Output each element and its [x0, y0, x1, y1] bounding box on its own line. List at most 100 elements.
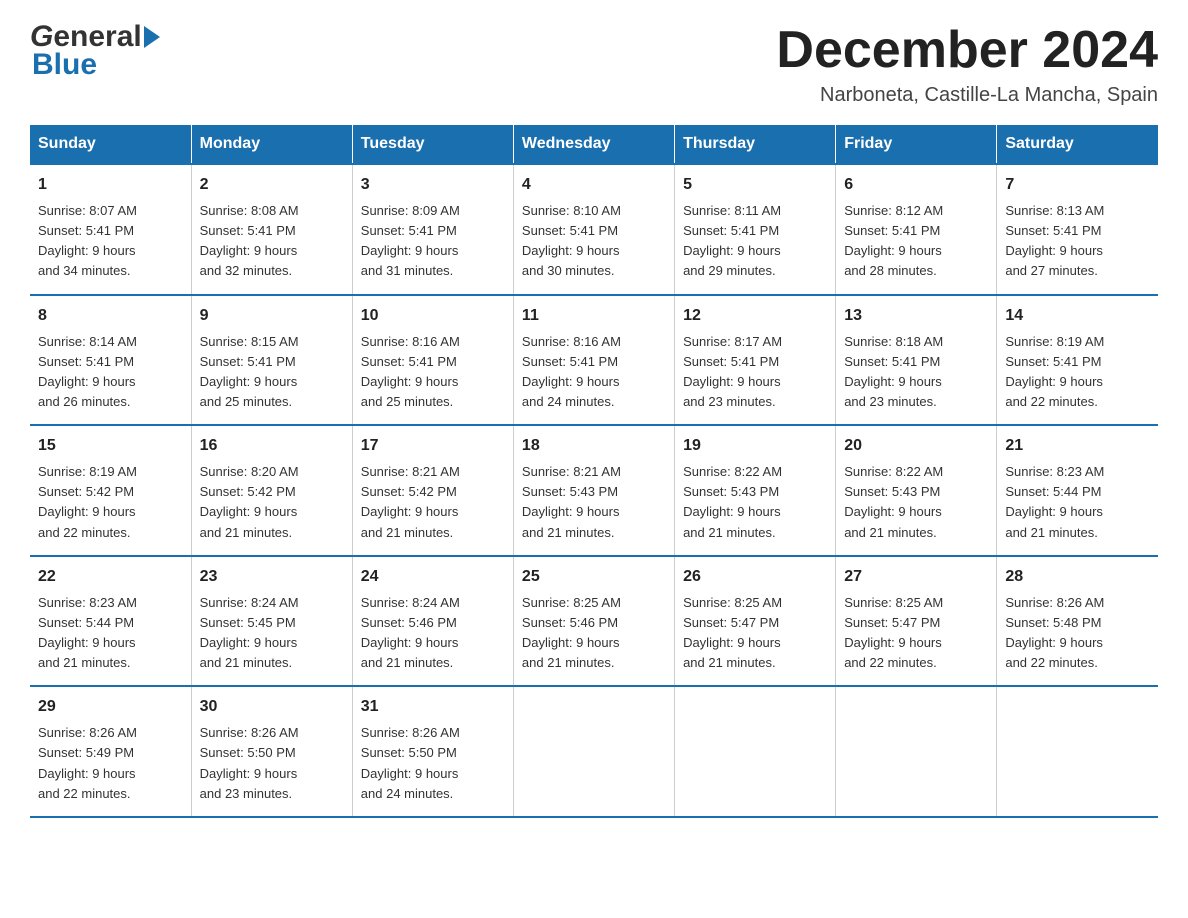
day-info: Sunrise: 8:26 AM Sunset: 5:49 PM Dayligh…	[38, 723, 183, 804]
day-number: 9	[200, 304, 344, 328]
calendar-cell: 7 Sunrise: 8:13 AM Sunset: 5:41 PM Dayli…	[997, 164, 1158, 295]
day-number: 20	[844, 434, 988, 458]
day-number: 13	[844, 304, 988, 328]
calendar-cell: 22 Sunrise: 8:23 AM Sunset: 5:44 PM Dayl…	[30, 556, 191, 687]
day-info: Sunrise: 8:26 AM Sunset: 5:50 PM Dayligh…	[361, 723, 505, 804]
calendar-cell: 21 Sunrise: 8:23 AM Sunset: 5:44 PM Dayl…	[997, 425, 1158, 556]
day-info: Sunrise: 8:25 AM Sunset: 5:47 PM Dayligh…	[844, 593, 988, 674]
day-number: 19	[683, 434, 827, 458]
week-row-1: 1 Sunrise: 8:07 AM Sunset: 5:41 PM Dayli…	[30, 164, 1158, 295]
calendar-cell: 16 Sunrise: 8:20 AM Sunset: 5:42 PM Dayl…	[191, 425, 352, 556]
calendar-cell: 8 Sunrise: 8:14 AM Sunset: 5:41 PM Dayli…	[30, 295, 191, 426]
day-info: Sunrise: 8:10 AM Sunset: 5:41 PM Dayligh…	[522, 201, 666, 282]
day-info: Sunrise: 8:22 AM Sunset: 5:43 PM Dayligh…	[683, 462, 827, 543]
day-number: 28	[1005, 565, 1150, 589]
calendar-header-row: Sunday Monday Tuesday Wednesday Thursday…	[30, 125, 1158, 164]
calendar-cell: 15 Sunrise: 8:19 AM Sunset: 5:42 PM Dayl…	[30, 425, 191, 556]
day-number: 22	[38, 565, 183, 589]
day-number: 10	[361, 304, 505, 328]
header-wednesday: Wednesday	[513, 125, 674, 164]
location-text: Narboneta, Castille-La Mancha, Spain	[776, 84, 1158, 107]
calendar-cell: 4 Sunrise: 8:10 AM Sunset: 5:41 PM Dayli…	[513, 164, 674, 295]
day-info: Sunrise: 8:24 AM Sunset: 5:45 PM Dayligh…	[200, 593, 344, 674]
calendar-cell: 14 Sunrise: 8:19 AM Sunset: 5:41 PM Dayl…	[997, 295, 1158, 426]
calendar-cell: 31 Sunrise: 8:26 AM Sunset: 5:50 PM Dayl…	[352, 686, 513, 817]
day-number: 1	[38, 173, 183, 197]
day-info: Sunrise: 8:24 AM Sunset: 5:46 PM Dayligh…	[361, 593, 505, 674]
calendar-cell: 12 Sunrise: 8:17 AM Sunset: 5:41 PM Dayl…	[675, 295, 836, 426]
calendar-cell: 24 Sunrise: 8:24 AM Sunset: 5:46 PM Dayl…	[352, 556, 513, 687]
calendar-cell: 23 Sunrise: 8:24 AM Sunset: 5:45 PM Dayl…	[191, 556, 352, 687]
header-monday: Monday	[191, 125, 352, 164]
calendar-cell	[997, 686, 1158, 817]
calendar-cell: 19 Sunrise: 8:22 AM Sunset: 5:43 PM Dayl…	[675, 425, 836, 556]
day-info: Sunrise: 8:26 AM Sunset: 5:48 PM Dayligh…	[1005, 593, 1150, 674]
calendar-cell: 18 Sunrise: 8:21 AM Sunset: 5:43 PM Dayl…	[513, 425, 674, 556]
week-row-2: 8 Sunrise: 8:14 AM Sunset: 5:41 PM Dayli…	[30, 295, 1158, 426]
calendar-cell: 3 Sunrise: 8:09 AM Sunset: 5:41 PM Dayli…	[352, 164, 513, 295]
calendar-cell: 29 Sunrise: 8:26 AM Sunset: 5:49 PM Dayl…	[30, 686, 191, 817]
day-number: 21	[1005, 434, 1150, 458]
day-number: 11	[522, 304, 666, 328]
day-info: Sunrise: 8:12 AM Sunset: 5:41 PM Dayligh…	[844, 201, 988, 282]
day-info: Sunrise: 8:11 AM Sunset: 5:41 PM Dayligh…	[683, 201, 827, 282]
title-area: December 2024 Narboneta, Castille-La Man…	[776, 20, 1158, 107]
day-info: Sunrise: 8:20 AM Sunset: 5:42 PM Dayligh…	[200, 462, 344, 543]
day-number: 17	[361, 434, 505, 458]
calendar-cell: 1 Sunrise: 8:07 AM Sunset: 5:41 PM Dayli…	[30, 164, 191, 295]
day-info: Sunrise: 8:19 AM Sunset: 5:41 PM Dayligh…	[1005, 332, 1150, 413]
calendar-cell: 20 Sunrise: 8:22 AM Sunset: 5:43 PM Dayl…	[836, 425, 997, 556]
calendar-cell: 13 Sunrise: 8:18 AM Sunset: 5:41 PM Dayl…	[836, 295, 997, 426]
calendar-cell	[513, 686, 674, 817]
logo-triangle-icon	[144, 26, 160, 48]
day-number: 25	[522, 565, 666, 589]
day-info: Sunrise: 8:07 AM Sunset: 5:41 PM Dayligh…	[38, 201, 183, 282]
header-sunday: Sunday	[30, 125, 191, 164]
day-number: 7	[1005, 173, 1150, 197]
calendar-cell: 17 Sunrise: 8:21 AM Sunset: 5:42 PM Dayl…	[352, 425, 513, 556]
day-info: Sunrise: 8:09 AM Sunset: 5:41 PM Dayligh…	[361, 201, 505, 282]
day-info: Sunrise: 8:26 AM Sunset: 5:50 PM Dayligh…	[200, 723, 344, 804]
calendar-cell: 26 Sunrise: 8:25 AM Sunset: 5:47 PM Dayl…	[675, 556, 836, 687]
day-info: Sunrise: 8:21 AM Sunset: 5:42 PM Dayligh…	[361, 462, 505, 543]
day-info: Sunrise: 8:22 AM Sunset: 5:43 PM Dayligh…	[844, 462, 988, 543]
calendar-cell: 27 Sunrise: 8:25 AM Sunset: 5:47 PM Dayl…	[836, 556, 997, 687]
day-number: 29	[38, 695, 183, 719]
logo: G eneral Blue	[30, 20, 162, 82]
calendar-cell	[836, 686, 997, 817]
day-info: Sunrise: 8:25 AM Sunset: 5:46 PM Dayligh…	[522, 593, 666, 674]
calendar-cell: 28 Sunrise: 8:26 AM Sunset: 5:48 PM Dayl…	[997, 556, 1158, 687]
day-info: Sunrise: 8:13 AM Sunset: 5:41 PM Dayligh…	[1005, 201, 1150, 282]
day-info: Sunrise: 8:16 AM Sunset: 5:41 PM Dayligh…	[361, 332, 505, 413]
calendar-cell: 10 Sunrise: 8:16 AM Sunset: 5:41 PM Dayl…	[352, 295, 513, 426]
day-info: Sunrise: 8:23 AM Sunset: 5:44 PM Dayligh…	[1005, 462, 1150, 543]
day-number: 15	[38, 434, 183, 458]
day-number: 26	[683, 565, 827, 589]
week-row-4: 22 Sunrise: 8:23 AM Sunset: 5:44 PM Dayl…	[30, 556, 1158, 687]
day-number: 5	[683, 173, 827, 197]
week-row-3: 15 Sunrise: 8:19 AM Sunset: 5:42 PM Dayl…	[30, 425, 1158, 556]
header-thursday: Thursday	[675, 125, 836, 164]
day-info: Sunrise: 8:15 AM Sunset: 5:41 PM Dayligh…	[200, 332, 344, 413]
day-info: Sunrise: 8:08 AM Sunset: 5:41 PM Dayligh…	[200, 201, 344, 282]
calendar-table: Sunday Monday Tuesday Wednesday Thursday…	[30, 125, 1158, 818]
day-number: 4	[522, 173, 666, 197]
header-saturday: Saturday	[997, 125, 1158, 164]
day-number: 2	[200, 173, 344, 197]
day-number: 12	[683, 304, 827, 328]
day-info: Sunrise: 8:25 AM Sunset: 5:47 PM Dayligh…	[683, 593, 827, 674]
calendar-cell: 25 Sunrise: 8:25 AM Sunset: 5:46 PM Dayl…	[513, 556, 674, 687]
calendar-cell: 30 Sunrise: 8:26 AM Sunset: 5:50 PM Dayl…	[191, 686, 352, 817]
day-number: 3	[361, 173, 505, 197]
day-number: 24	[361, 565, 505, 589]
month-title: December 2024	[776, 20, 1158, 80]
day-number: 18	[522, 434, 666, 458]
day-info: Sunrise: 8:19 AM Sunset: 5:42 PM Dayligh…	[38, 462, 183, 543]
day-number: 16	[200, 434, 344, 458]
calendar-cell: 5 Sunrise: 8:11 AM Sunset: 5:41 PM Dayli…	[675, 164, 836, 295]
day-info: Sunrise: 8:18 AM Sunset: 5:41 PM Dayligh…	[844, 332, 988, 413]
header-friday: Friday	[836, 125, 997, 164]
day-info: Sunrise: 8:14 AM Sunset: 5:41 PM Dayligh…	[38, 332, 183, 413]
day-number: 27	[844, 565, 988, 589]
day-info: Sunrise: 8:17 AM Sunset: 5:41 PM Dayligh…	[683, 332, 827, 413]
